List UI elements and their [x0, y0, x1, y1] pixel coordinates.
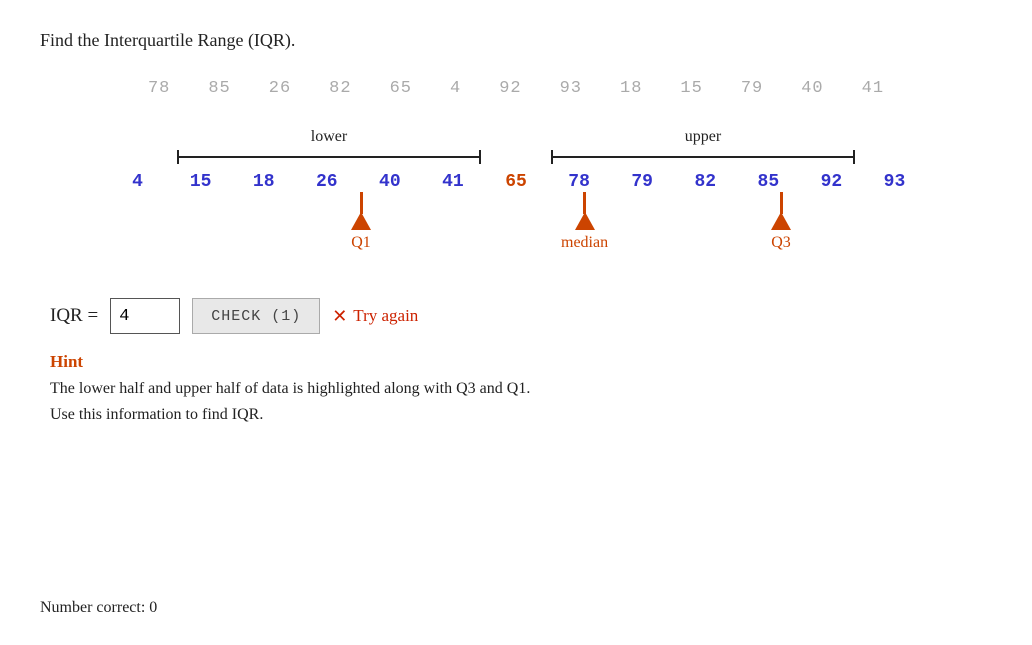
- lower-bracket-line: [177, 150, 481, 164]
- unsorted-num: 85: [208, 79, 230, 98]
- bracket-container: lower upper: [106, 128, 926, 164]
- arrows-container: Q1 median Q3: [106, 192, 926, 262]
- num-78: 78: [548, 172, 611, 192]
- num-65: 65: [484, 172, 547, 192]
- q3-arrow: Q3: [771, 192, 791, 252]
- arrows-row: Q1 median Q3: [106, 192, 926, 262]
- unsorted-num: 82: [329, 79, 351, 98]
- unsorted-num: 15: [680, 79, 702, 98]
- unsorted-num: 92: [499, 79, 521, 98]
- num-79: 79: [611, 172, 674, 192]
- try-again-text: Try again: [353, 306, 418, 326]
- hint-section: Hint The lower half and upper half of da…: [40, 352, 992, 427]
- num-93: 93: [863, 172, 926, 192]
- unsorted-num: 40: [801, 79, 823, 98]
- number-correct: Number correct: 0: [40, 599, 157, 617]
- unsorted-num: 65: [390, 79, 412, 98]
- unsorted-num: 79: [741, 79, 763, 98]
- num-18: 18: [232, 172, 295, 192]
- unsorted-numbers-row: 78 85 26 82 65 4 92 93 18 15 79 40 41: [40, 79, 992, 98]
- num-40: 40: [358, 172, 421, 192]
- num-82: 82: [674, 172, 737, 192]
- unsorted-num: 26: [269, 79, 291, 98]
- num-4: 4: [106, 172, 169, 192]
- try-again-message: ✕ Try again: [332, 306, 418, 327]
- num-26: 26: [295, 172, 358, 192]
- check-button[interactable]: CHECK (1): [192, 298, 320, 334]
- unsorted-num: 18: [620, 79, 642, 98]
- lower-label: lower: [311, 128, 347, 146]
- median-arrow: median: [561, 192, 608, 252]
- x-icon: ✕: [332, 306, 347, 327]
- iqr-label: IQR =: [50, 305, 98, 327]
- question-title: Find the Interquartile Range (IQR).: [40, 30, 992, 51]
- upper-label: upper: [685, 128, 721, 146]
- upper-bracket-line: [551, 150, 855, 164]
- iqr-input[interactable]: [110, 298, 180, 334]
- diagram-area: lower upper 4: [40, 128, 992, 262]
- num-85: 85: [737, 172, 800, 192]
- median-label: median: [561, 234, 608, 252]
- num-92: 92: [800, 172, 863, 192]
- num-41: 41: [421, 172, 484, 192]
- sorted-numbers-row: 4 15 18 26 40 41 65 78 7: [106, 172, 926, 192]
- q1-label: Q1: [351, 234, 371, 252]
- q1-arrow: Q1: [351, 192, 371, 252]
- q3-label: Q3: [771, 234, 791, 252]
- input-row: IQR = CHECK (1) ✕ Try again: [40, 298, 992, 334]
- num-15: 15: [169, 172, 232, 192]
- unsorted-num: 93: [560, 79, 582, 98]
- unsorted-num: 41: [862, 79, 884, 98]
- unsorted-num: 78: [148, 79, 170, 98]
- hint-title: Hint: [50, 352, 992, 372]
- hint-line2: Use this information to find IQR.: [50, 402, 992, 428]
- unsorted-num: 4: [450, 79, 461, 98]
- hint-line1: The lower half and upper half of data is…: [50, 376, 992, 402]
